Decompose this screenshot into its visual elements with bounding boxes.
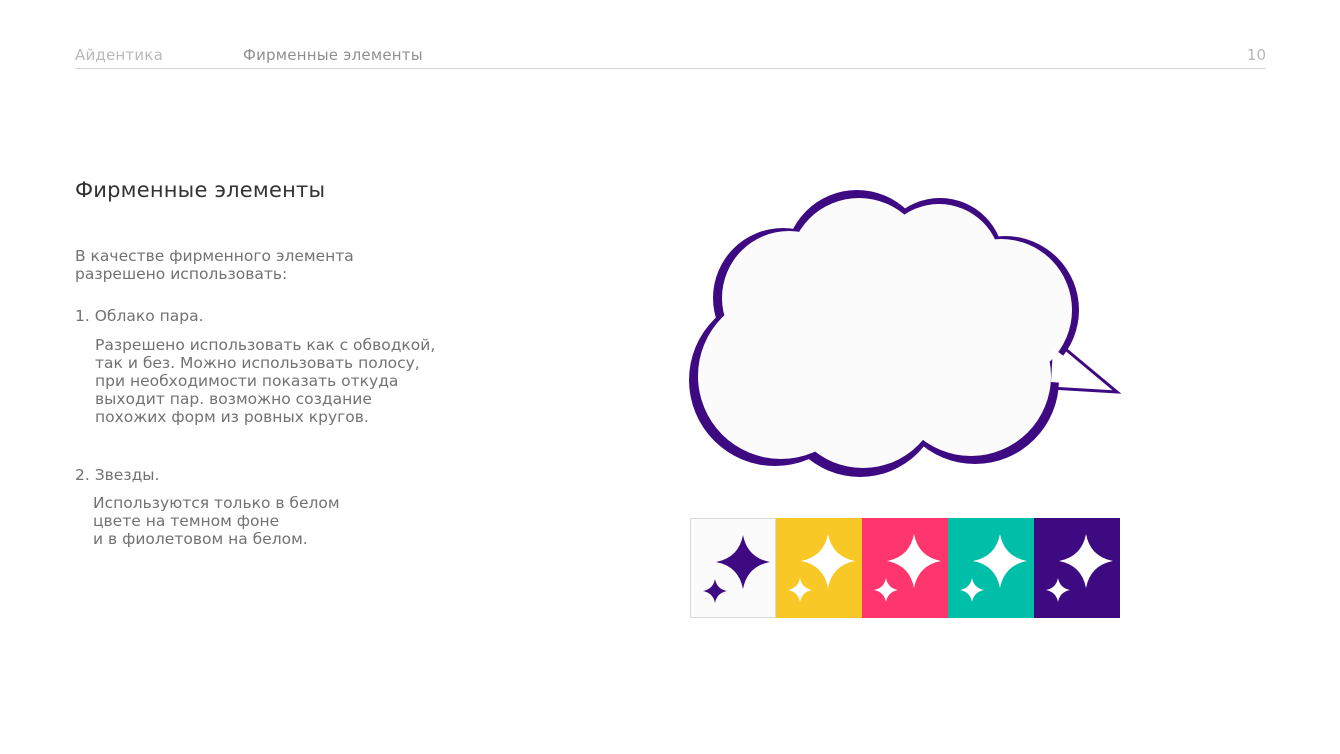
intro-line: разрешено использовать:	[75, 265, 288, 283]
star-swatch	[862, 518, 948, 618]
large-star	[801, 534, 855, 588]
description-line: похожих форм из ровных кругов.	[95, 408, 369, 426]
small-star	[1046, 578, 1070, 602]
large-star	[1059, 534, 1113, 588]
sparkle-stars-icon	[788, 534, 855, 602]
large-star	[887, 534, 941, 588]
steam-cloud-icon	[685, 170, 1125, 484]
header-title: Фирменные элементы	[243, 46, 423, 64]
header-section-label: Айдентика	[75, 46, 163, 64]
item-description-stars: Используются только в белом цвете на тем…	[93, 494, 340, 548]
description-line: и в фиолетовом на белом.	[93, 530, 308, 548]
sparkle-stars-icon	[1046, 534, 1113, 602]
description-line: при необходимости показать откуда	[95, 372, 399, 390]
large-star	[973, 534, 1027, 588]
description-line: цвете на темном фоне	[93, 512, 280, 530]
description-line: Используются только в белом	[93, 494, 340, 512]
small-star	[703, 579, 727, 603]
sparkle-stars-icon	[960, 534, 1027, 602]
intro-line: В качестве фирменного элемента	[75, 247, 354, 265]
sparkle-stars-icon	[703, 535, 770, 603]
star-swatches	[690, 518, 1120, 618]
page-number: 10	[1246, 46, 1266, 64]
small-star	[788, 578, 812, 602]
item-title-stars: 2. Звезды.	[75, 466, 160, 484]
description-line: выходит пар. возможно создание	[95, 390, 372, 408]
description-line: так и без. Можно использовать полосу,	[95, 354, 420, 372]
page-header: Айдентика Фирменные элементы 10	[75, 44, 1266, 69]
item-title-cloud: 1. Облако пара.	[75, 307, 204, 325]
star-swatch	[948, 518, 1034, 618]
large-star	[716, 535, 770, 589]
page-title: Фирменные элементы	[75, 178, 326, 202]
small-star	[874, 578, 898, 602]
star-swatch	[690, 518, 776, 618]
star-swatch	[776, 518, 862, 618]
small-star	[960, 578, 984, 602]
sparkle-stars-icon	[874, 534, 941, 602]
star-swatch	[1034, 518, 1120, 618]
item-description-cloud: Разрешено использовать как с обводкой, т…	[95, 336, 435, 426]
intro-text: В качестве фирменного элемента разрешено…	[75, 247, 354, 283]
description-line: Разрешено использовать как с обводкой,	[95, 336, 436, 354]
